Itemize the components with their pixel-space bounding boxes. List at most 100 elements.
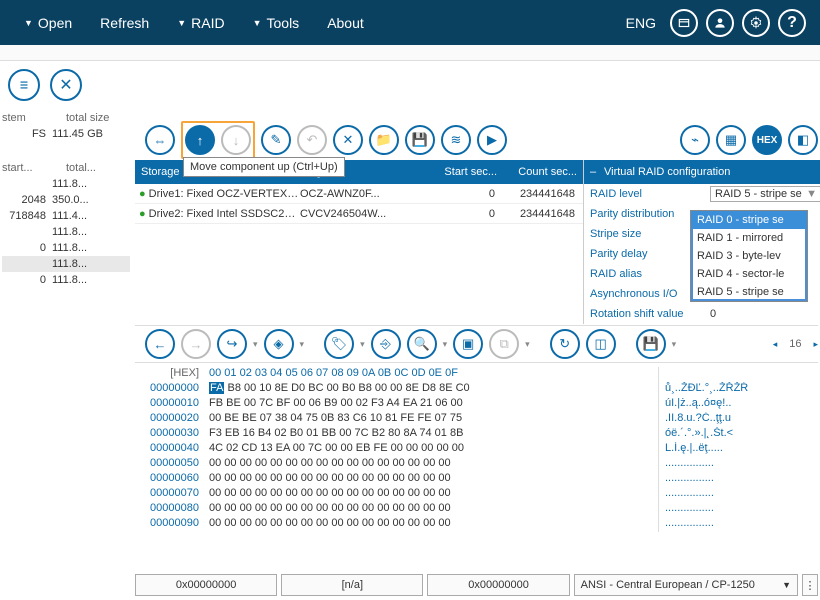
edit-button[interactable]: ✎ <box>261 125 291 155</box>
col-count-sec[interactable]: Count sec... <box>503 166 583 178</box>
hex-row[interactable]: 00 00 00 00 00 00 00 00 00 00 00 00 00 0… <box>205 502 658 517</box>
panel-icon[interactable]: ◧ <box>788 125 818 155</box>
hex-offset: 00000020 <box>135 412 199 427</box>
raid-level-dropdown-list[interactable]: RAID 0 - stripe seRAID 1 - mirroredRAID … <box>690 210 808 302</box>
help-icon[interactable]: ? <box>778 9 806 37</box>
language-selector[interactable]: ENG <box>626 15 656 31</box>
hex-offset: 00000090 <box>135 517 199 532</box>
encoding-selector[interactable]: ANSI - Central European / CP-1250▼ <box>574 574 798 596</box>
dropdown-icon: ▼ <box>24 18 33 28</box>
move-up-button[interactable]: ↑ <box>185 125 215 155</box>
raid-option[interactable]: RAID 4 - sector-le <box>691 265 807 283</box>
grid-icon[interactable]: ▦ <box>716 125 746 155</box>
partition-row[interactable]: 111.8... <box>2 256 130 272</box>
hex-row[interactable]: FB BE 00 7C BF 00 06 B9 00 02 F3 A4 EA 2… <box>205 397 658 412</box>
status-extra[interactable]: ⋮ <box>802 574 818 596</box>
dropdown-icon[interactable]: ▾ <box>443 339 448 350</box>
partition-row[interactable]: 718848111.4... <box>2 208 130 224</box>
raid-option[interactable]: RAID 0 - stripe se <box>691 211 807 229</box>
activity-icon[interactable]: ⌁ <box>680 125 710 155</box>
reload-button[interactable]: ↻ <box>550 329 580 359</box>
open-folder-button[interactable]: 📁 <box>369 125 399 155</box>
hex-row[interactable]: 00 00 00 00 00 00 00 00 00 00 00 00 00 0… <box>205 472 658 487</box>
page-prev-icon[interactable]: ◂ <box>773 339 778 350</box>
hex-row[interactable]: 00 00 00 00 00 00 00 00 00 00 00 00 00 0… <box>205 487 658 502</box>
ascii-row: úI.|ż..ą..ó¤ę!.. <box>665 397 818 412</box>
status-na: [n/a] <box>281 574 423 596</box>
partition-row[interactable]: 0111.8... <box>2 240 130 256</box>
tag-button[interactable]: 🏷 <box>324 329 354 359</box>
collapse-icon[interactable]: – <box>584 166 598 178</box>
ascii-row: ................ <box>665 457 818 472</box>
menu-about[interactable]: About <box>313 15 378 31</box>
drive-row[interactable]: ●Drive1: Fixed OCZ-VERTEX3 (...OCZ-AWNZ0… <box>135 184 583 204</box>
raid-option[interactable]: RAID 3 - byte-lev <box>691 247 807 265</box>
jump-button[interactable]: ↪ <box>217 329 247 359</box>
expand-icon[interactable]: ⇔ <box>145 125 175 155</box>
save-button[interactable]: 💾 <box>405 125 435 155</box>
partition-row[interactable]: 2048350.0... <box>2 192 130 208</box>
page-size: 16 <box>789 338 801 350</box>
copy-button[interactable]: ⧉ <box>489 329 519 359</box>
dropdown-icon[interactable]: ▾ <box>253 339 258 350</box>
menu-open[interactable]: ▼Open <box>10 15 86 31</box>
hex-offset: 00000010 <box>135 397 199 412</box>
user-icon[interactable] <box>706 9 734 37</box>
dropdown-icon[interactable]: ▾ <box>360 339 365 350</box>
close-button[interactable]: ✕ <box>50 69 82 101</box>
dropdown-icon: ▼ <box>177 18 186 28</box>
menu-tools[interactable]: ▼Tools <box>239 15 314 31</box>
layers-button[interactable]: ≋ <box>441 125 471 155</box>
hex-row[interactable]: 00 00 00 00 00 00 00 00 00 00 00 00 00 0… <box>205 517 658 532</box>
col-start-sec[interactable]: Start sec... <box>423 166 503 178</box>
dropdown-icon[interactable]: ▾ <box>672 339 677 350</box>
raid-prop-row[interactable]: RAID levelRAID 5 - stripe se▼ <box>584 184 820 204</box>
raid-prop-row[interactable]: Rotation shift value0 <box>584 304 820 324</box>
hex-row[interactable]: 4C 02 CD 13 EA 00 7C 00 00 EB FE 00 00 0… <box>205 442 658 457</box>
undo-button[interactable]: ↶ <box>297 125 327 155</box>
hex-offset: 00000060 <box>135 472 199 487</box>
move-down-button[interactable]: ↓ <box>221 125 251 155</box>
gear-icon[interactable] <box>742 9 770 37</box>
nav-fwd-button[interactable]: → <box>181 329 211 359</box>
apply-button[interactable]: ▶ <box>477 125 507 155</box>
goto-button[interactable]: ⎆ <box>371 329 401 359</box>
raid-option[interactable]: RAID 1 - mirrored <box>691 229 807 247</box>
ascii-row: ................ <box>665 502 818 517</box>
dropdown-icon[interactable]: ▾ <box>525 339 530 350</box>
window-icon[interactable] <box>670 9 698 37</box>
hex-row[interactable]: 00 00 00 00 00 00 00 00 00 00 00 00 00 0… <box>205 457 658 472</box>
hex-row[interactable]: FA B8 00 10 8E D0 BC 00 B0 B8 00 00 8E D… <box>205 382 658 397</box>
search-button[interactable]: 🔍 <box>407 329 437 359</box>
dropdown-icon[interactable]: ▾ <box>300 339 305 350</box>
disk-save-button[interactable]: 💾 <box>636 329 666 359</box>
raid-option[interactable]: RAID 5 - stripe se <box>691 283 807 301</box>
ascii-row: óë.´.°.».|˛.Št.< <box>665 427 818 442</box>
nav-back-button[interactable]: ← <box>145 329 175 359</box>
page-next-icon[interactable]: ▸ <box>813 339 818 350</box>
select-button[interactable]: ▣ <box>453 329 483 359</box>
hex-col-header: 00 01 02 03 04 05 06 07 08 09 0A 0B 0C 0… <box>205 367 658 382</box>
ascii-row: ................ <box>665 472 818 487</box>
raid-panel-title: Virtual RAID configuration <box>598 166 736 178</box>
partition-row[interactable]: 111.8... <box>2 176 130 192</box>
delete-button[interactable]: ✕ <box>333 125 363 155</box>
compare-button[interactable]: ◫ <box>586 329 616 359</box>
list-view-button[interactable] <box>8 69 40 101</box>
hex-offset: 00000080 <box>135 502 199 517</box>
ascii-row: ů¸..ŽĐĽ.°¸..ŽŘŽŔ <box>665 382 818 397</box>
bookmark-button[interactable]: ◈ <box>264 329 294 359</box>
partition-row[interactable]: 0111.8... <box>2 272 130 288</box>
menu-raid[interactable]: ▼RAID <box>163 15 238 31</box>
raid-level-select[interactable]: RAID 5 - stripe se▼ <box>710 186 820 202</box>
col-totalsize: total size <box>66 112 130 124</box>
hex-row[interactable]: F3 EB 16 B4 02 B0 01 BB 00 7C B2 80 8A 7… <box>205 427 658 442</box>
menu-refresh[interactable]: Refresh <box>86 15 163 31</box>
dropdown-icon: ▼ <box>253 18 262 28</box>
ascii-row: L.Í.ę.|..ëţ..... <box>665 442 818 457</box>
hex-offset: 00000000 <box>135 382 199 397</box>
hex-mode-button[interactable]: HEX <box>752 125 782 155</box>
hex-row[interactable]: 00 BE BE 07 38 04 75 0B 83 C6 10 81 FE F… <box>205 412 658 427</box>
partition-row[interactable]: 111.8... <box>2 224 130 240</box>
drive-row[interactable]: ●Drive2: Fixed Intel SSDSC2BW...CVCV2465… <box>135 204 583 224</box>
